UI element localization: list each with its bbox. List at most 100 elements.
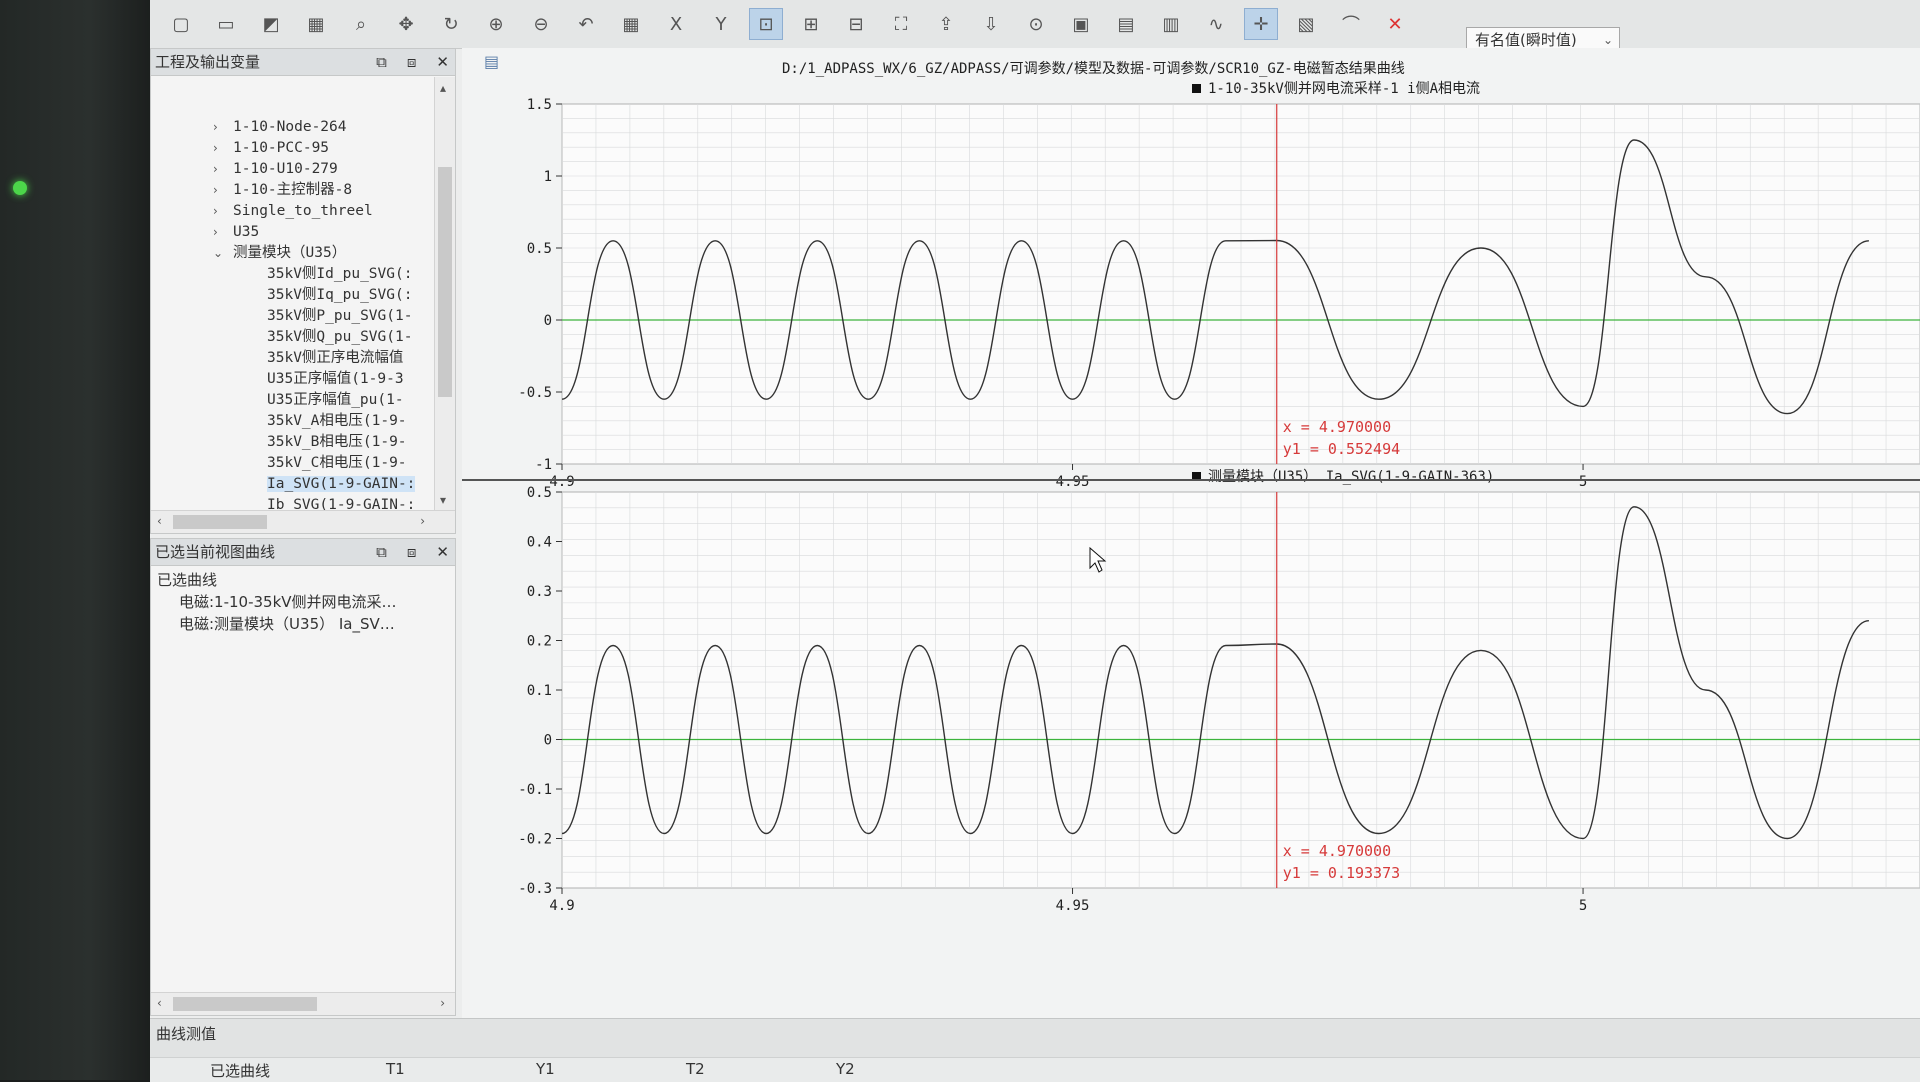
fit-button[interactable]: ⛶	[884, 8, 918, 40]
tree-item[interactable]: 35kV侧Iq_pu_SVG(:	[267, 285, 412, 305]
scroll-left-icon[interactable]: ‹	[157, 514, 162, 528]
chevron-right-icon[interactable]: ›	[213, 138, 233, 158]
cursor-x-label: x = 4.970000	[1283, 842, 1391, 860]
tree-item[interactable]: › 1-10-PCC-95	[213, 138, 329, 158]
chevron-down-icon[interactable]: ⌄	[213, 243, 233, 263]
scroll-down-icon[interactable]: ▾	[440, 493, 446, 507]
tree-item[interactable]: U35正序幅值_pu(1-	[267, 390, 404, 410]
tree-item[interactable]: › Single_to_threel	[213, 201, 373, 221]
rotate-icon: ↻	[443, 13, 459, 35]
x-tick-label: 4.95	[1056, 474, 1090, 490]
tree-item[interactable]: 35kV侧P_pu_SVG(1-	[267, 306, 412, 326]
tree-item-label: 1-10-PCC-95	[233, 140, 330, 156]
tree-item[interactable]: Ia_SVG(1-9-GAIN-:	[267, 474, 416, 494]
copy-icon[interactable]: ⧉	[376, 539, 387, 565]
curve-button[interactable]: ⌒	[1334, 8, 1368, 40]
vscroll-thumb[interactable]	[438, 167, 452, 397]
search-button[interactable]: ⌕	[344, 8, 378, 40]
crosshair-button[interactable]: ✛	[1244, 8, 1278, 40]
project-tree-hscroll[interactable]: ‹ ›	[151, 510, 455, 533]
tree-item-label: 35kV_A相电压(1-9-	[267, 413, 407, 429]
scroll-left-icon[interactable]: ‹	[157, 996, 162, 1010]
save-button[interactable]: ◩	[254, 8, 288, 40]
scroll-up-icon[interactable]: ▴	[440, 81, 446, 95]
chevron-right-icon[interactable]: ›	[213, 117, 233, 137]
tree-item[interactable]: 35kV侧Q_pu_SVG(1-	[267, 327, 412, 347]
tree-item[interactable]: › 1-10-Node-264	[213, 117, 347, 137]
curve-measure-title: 曲线测值	[156, 1025, 217, 1043]
tree-item[interactable]: › U35	[213, 222, 259, 242]
zoom-out-button[interactable]: ⊖	[524, 8, 558, 40]
zoom-x-button[interactable]: ⊞	[794, 8, 828, 40]
selected-curve-item[interactable]: 电磁:1-10-35kV侧并网电流采…	[157, 591, 397, 613]
zoom-y-button[interactable]: ⊟	[839, 8, 873, 40]
y-axis-button[interactable]: Y	[704, 8, 738, 40]
print-icon: ▦	[307, 13, 325, 35]
max-button[interactable]: ▣	[1064, 8, 1098, 40]
tree-item-label: U35正序幅值(1-9-3	[267, 371, 404, 387]
abs-button[interactable]: ▤	[1109, 8, 1143, 40]
chevron-right-icon[interactable]: ›	[213, 180, 233, 200]
rotate-button[interactable]: ↻	[434, 8, 468, 40]
zoom-y-icon: ⊟	[848, 13, 864, 35]
export-up-button[interactable]: ⇪	[929, 8, 963, 40]
tree-item[interactable]: › 1-10-主控制器-8	[213, 180, 352, 200]
float-icon[interactable]: ⧈	[407, 49, 417, 75]
project-panel-title-text: 工程及输出变量	[155, 53, 261, 71]
zoom-region-button[interactable]: ⊡	[749, 8, 783, 40]
selected-curve-list: 已选曲线 电磁:1-10-35kV侧并网电流采… 电磁:测量模块（U35） Ia…	[157, 569, 397, 635]
tree-item-label: 35kV侧Q_pu_SVG(1-	[267, 329, 413, 345]
project-tree: › 1-10-Node-264 › 1-10-PCC-95 › 1-10-U10-279 ›…	[151, 77, 433, 511]
hscroll-thumb[interactable]	[173, 997, 317, 1011]
scroll-right-icon[interactable]: ›	[440, 996, 445, 1010]
zoom-icon: ⊙	[1028, 13, 1044, 35]
scroll-right-icon[interactable]: ›	[420, 514, 425, 528]
float-icon[interactable]: ⧈	[407, 539, 417, 565]
document-icon[interactable]: ▤	[484, 52, 502, 71]
x-axis-button[interactable]: X	[659, 8, 693, 40]
grid-button[interactable]: ▦	[614, 8, 648, 40]
project-panel-title: 工程及输出变量 ⧉ ⧈ ✕	[151, 49, 455, 76]
pan-button[interactable]: ✥	[389, 8, 423, 40]
x-tick-label: 5	[1579, 898, 1587, 914]
calc-button[interactable]: ▧	[1289, 8, 1323, 40]
new-button[interactable]: ▢	[164, 8, 198, 40]
chevron-right-icon[interactable]: ›	[213, 222, 233, 242]
selected-hscroll[interactable]: ‹ ›	[151, 992, 455, 1015]
zoom-button[interactable]: ⊙	[1019, 8, 1053, 40]
tree-item[interactable]: 35kV_C相电压(1-9-	[267, 453, 407, 473]
close-icon[interactable]: ✕	[436, 49, 449, 75]
fit-icon: ⛶	[894, 13, 908, 35]
table-icon: ▥	[1162, 13, 1180, 35]
print-button[interactable]: ▦	[299, 8, 333, 40]
chevron-right-icon[interactable]: ›	[213, 201, 233, 221]
hscroll-thumb[interactable]	[173, 515, 267, 529]
tree-item[interactable]: 35kV_B相电压(1-9-	[267, 432, 407, 452]
project-tree-vscroll[interactable]: ▴ ▾	[434, 77, 455, 511]
chevron-right-icon[interactable]: ›	[213, 159, 233, 179]
tree-item[interactable]: ⌄ 测量模块（U35）	[213, 243, 346, 263]
open-button[interactable]: ▭	[209, 8, 243, 40]
zoom-in-button[interactable]: ⊕	[479, 8, 513, 40]
import-down-button[interactable]: ⇩	[974, 8, 1008, 40]
tree-item[interactable]: U35正序幅值(1-9-3	[267, 369, 404, 389]
close-icon[interactable]: ✕	[436, 539, 449, 565]
tree-item[interactable]: 35kV侧正序电流幅值	[267, 348, 403, 368]
tree-item[interactable]: Ib SVG(1-9-GAIN-:	[267, 495, 415, 511]
zoom-in-icon: ⊕	[488, 13, 504, 35]
tree-item[interactable]: 35kV侧Id_pu_SVG(:	[267, 264, 412, 284]
tree-item[interactable]: › 1-10-U10-279	[213, 159, 338, 179]
tree-item-label: Ib SVG(1-9-GAIN-:	[267, 497, 416, 511]
selected-curve-item[interactable]: 电磁:测量模块（U35） Ia_SV…	[157, 613, 397, 635]
tree-item-label: 35kV_B相电压(1-9-	[267, 434, 407, 450]
fft-button[interactable]: ∿	[1199, 8, 1233, 40]
copy-icon[interactable]: ⧉	[376, 49, 387, 75]
delete-icon: ✕	[1387, 13, 1403, 35]
tree-item-label: 测量模块（U35）	[233, 245, 347, 261]
charts-svg[interactable]: 1.510.50-0.5-14.9 4.95 5x = 4.970000y1 = 0…	[462, 70, 1920, 1020]
export-up-icon: ⇪	[938, 13, 954, 35]
delete-button[interactable]: ✕	[1378, 8, 1412, 40]
undo-button[interactable]: ↶	[569, 8, 603, 40]
table-button[interactable]: ▥	[1154, 8, 1188, 40]
tree-item[interactable]: 35kV_A相电压(1-9-	[267, 411, 407, 431]
